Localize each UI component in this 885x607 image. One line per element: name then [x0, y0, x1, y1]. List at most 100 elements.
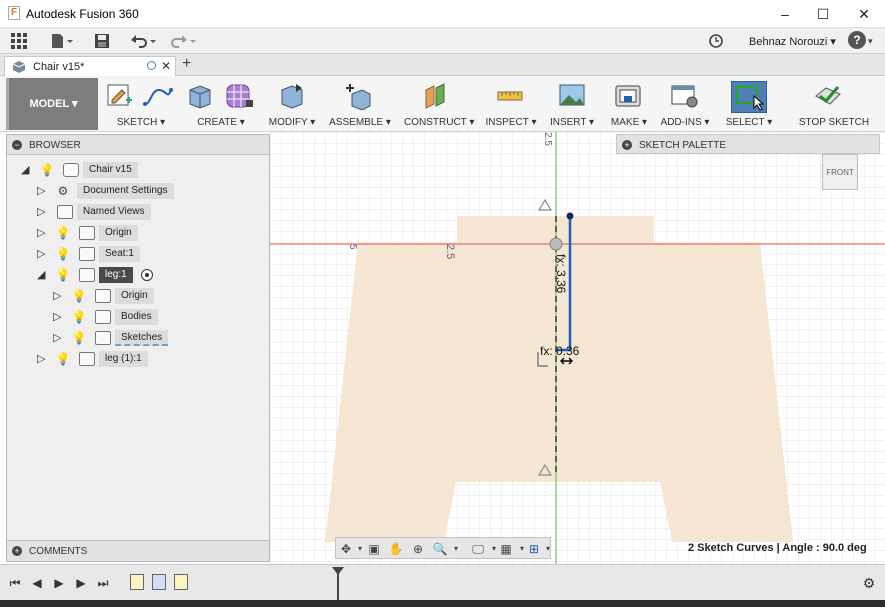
- inspect-group[interactable]: INSPECT ▾: [482, 78, 540, 130]
- offset-plane-icon[interactable]: [422, 82, 450, 110]
- undo-icon[interactable]: [128, 32, 158, 50]
- job-status-clock-icon[interactable]: [708, 32, 724, 50]
- form-grid-icon[interactable]: [224, 82, 253, 110]
- help-icon[interactable]: ?: [848, 31, 866, 49]
- tree-item-origin[interactable]: ▷ 💡 Origin: [37, 224, 257, 242]
- tree-item-leg-1[interactable]: ◢ 💡 leg:1: [37, 266, 257, 284]
- browser-header[interactable]: − BROWSER: [7, 135, 269, 155]
- expand-arrow-icon[interactable]: ▷: [53, 289, 65, 303]
- palette-expand-icon[interactable]: +: [622, 140, 632, 150]
- create-sketch-icon[interactable]: [106, 82, 134, 110]
- expand-arrow-icon[interactable]: ▷: [37, 226, 49, 240]
- help-chevron-down-icon[interactable]: ▾: [868, 32, 873, 50]
- display-settings-icon[interactable]: 🖵: [470, 541, 486, 557]
- comments-expand-icon[interactable]: +: [12, 546, 22, 556]
- tree-root-chair[interactable]: ◢ 💡 Chair v15: [21, 161, 261, 179]
- expand-arrow-icon[interactable]: ▷: [53, 310, 65, 324]
- save-icon[interactable]: [94, 32, 110, 50]
- sketch-palette-header[interactable]: + SKETCH PALETTE: [616, 134, 880, 154]
- close-window-button[interactable]: ✕: [849, 4, 879, 24]
- redo-icon[interactable]: [168, 32, 198, 50]
- tree-item-bodies[interactable]: ▷ 💡 Bodies: [53, 308, 253, 326]
- create-group[interactable]: CREATE ▾: [180, 78, 262, 130]
- tree-item-document-settings[interactable]: ▷ ⚙ Document Settings: [37, 182, 257, 200]
- stop-sketch-icon[interactable]: [810, 82, 850, 110]
- visibility-bulb-icon[interactable]: 💡: [71, 330, 87, 346]
- collapse-arrow-icon[interactable]: ◢: [21, 163, 33, 177]
- user-account-menu[interactable]: Behnaz Norouzi ▾: [749, 35, 836, 48]
- folder-icon: [95, 289, 111, 303]
- pan-hand-icon[interactable]: ✋: [388, 541, 404, 557]
- 3d-print-icon[interactable]: [614, 82, 642, 110]
- visibility-bulb-icon[interactable]: 💡: [39, 162, 55, 178]
- step-back-icon[interactable]: ◀: [30, 576, 44, 590]
- zoom-window-icon[interactable]: 🔍: [432, 541, 448, 557]
- activate-radio-icon[interactable]: [141, 269, 153, 281]
- dimension-vertical[interactable]: fx: 3.36: [554, 254, 568, 293]
- press-pull-icon[interactable]: [278, 82, 306, 110]
- measure-ruler-icon[interactable]: [496, 82, 524, 110]
- document-icon: [63, 163, 79, 177]
- make-group[interactable]: MAKE ▾: [606, 78, 652, 130]
- maximize-button[interactable]: ☐: [808, 4, 838, 24]
- expand-arrow-icon[interactable]: ▷: [37, 247, 49, 261]
- collapse-browser-icon[interactable]: −: [12, 140, 22, 150]
- sketch-group[interactable]: SKETCH ▾: [104, 78, 178, 130]
- comments-panel-header[interactable]: + COMMENTS: [6, 540, 270, 562]
- visibility-bulb-icon[interactable]: 💡: [71, 288, 87, 304]
- expand-arrow-icon[interactable]: ▷: [37, 205, 49, 219]
- visibility-bulb-icon[interactable]: 💡: [55, 246, 71, 262]
- timeline-extrude-feature-icon[interactable]: [152, 574, 166, 590]
- modify-group[interactable]: MODIFY ▾: [268, 78, 316, 130]
- add-ins-group[interactable]: ADD-INS ▾: [660, 78, 710, 130]
- timeline-sketch-feature-icon[interactable]: [130, 574, 144, 590]
- close-tab-icon[interactable]: ✕: [161, 59, 171, 73]
- new-tab-button[interactable]: +: [182, 55, 191, 73]
- extrude-box-icon[interactable]: [186, 82, 214, 110]
- stop-sketch-group[interactable]: STOP SKETCH: [786, 78, 882, 130]
- visibility-bulb-icon[interactable]: 💡: [55, 267, 71, 283]
- design-canvas[interactable]: 2.5 5 2.5 fx: 3.36 fx: 0.36: [270, 132, 885, 564]
- collapse-arrow-icon[interactable]: ◢: [37, 268, 49, 282]
- expand-arrow-icon[interactable]: ▷: [37, 184, 49, 198]
- tree-item-seat[interactable]: ▷ 💡 Seat:1: [37, 245, 257, 263]
- step-forward-icon[interactable]: ▶: [74, 576, 88, 590]
- construct-group[interactable]: CONSTRUCT ▾: [404, 78, 474, 130]
- folder-icon: [79, 226, 95, 240]
- file-menu-icon[interactable]: [50, 32, 74, 50]
- visibility-bulb-icon[interactable]: 💡: [55, 351, 71, 367]
- tree-item-leg-1-1[interactable]: ▷ 💡 leg (1):1: [37, 350, 257, 368]
- expand-arrow-icon[interactable]: ▷: [53, 331, 65, 345]
- new-component-icon[interactable]: [344, 82, 372, 111]
- assemble-group[interactable]: ASSEMBLE ▾: [328, 78, 392, 130]
- visibility-bulb-icon[interactable]: 💡: [71, 309, 87, 325]
- scripts-addins-icon[interactable]: [670, 82, 698, 110]
- zoom-icon[interactable]: ⊕: [410, 541, 426, 557]
- dimension-horizontal[interactable]: fx: 0.36: [540, 344, 579, 358]
- sketch-point-top[interactable]: [566, 212, 574, 220]
- viewports-chevron-down-icon[interactable]: ▾: [540, 541, 556, 557]
- zoom-chevron-down-icon[interactable]: ▾: [448, 541, 464, 557]
- insert-group[interactable]: INSERT ▾: [548, 78, 596, 130]
- look-at-icon[interactable]: ▣: [366, 541, 382, 557]
- play-icon[interactable]: ▶: [52, 576, 66, 590]
- select-tool-button[interactable]: [731, 81, 767, 113]
- go-to-start-icon[interactable]: ⏮: [8, 576, 22, 590]
- timeline-sketch-feature-icon-2[interactable]: [174, 574, 188, 590]
- timeline-settings-gear-icon[interactable]: ⚙: [862, 576, 876, 590]
- insert-image-icon[interactable]: [558, 82, 586, 110]
- tree-item-named-views[interactable]: ▷ Named Views: [37, 203, 257, 221]
- tree-item-sketches[interactable]: ▷ 💡 Sketches: [53, 329, 253, 347]
- workspace-switcher[interactable]: MODEL ▾: [6, 78, 98, 130]
- minimize-button[interactable]: –: [770, 4, 800, 24]
- line-spline-icon[interactable]: [142, 82, 173, 110]
- go-to-end-icon[interactable]: ⏭: [96, 576, 110, 590]
- visibility-bulb-icon[interactable]: 💡: [55, 225, 71, 241]
- timeline-marker-head-icon[interactable]: [332, 567, 344, 575]
- tab-chair-v15[interactable]: Chair v15* ✕: [4, 56, 176, 76]
- expand-arrow-icon[interactable]: ▷: [37, 352, 49, 366]
- grid-settings-icon[interactable]: ▦: [498, 541, 514, 557]
- tree-item-leg-origin[interactable]: ▷ 💡 Origin: [53, 287, 253, 305]
- app-grid-icon[interactable]: [10, 32, 28, 50]
- view-cube[interactable]: FRONT: [822, 154, 858, 190]
